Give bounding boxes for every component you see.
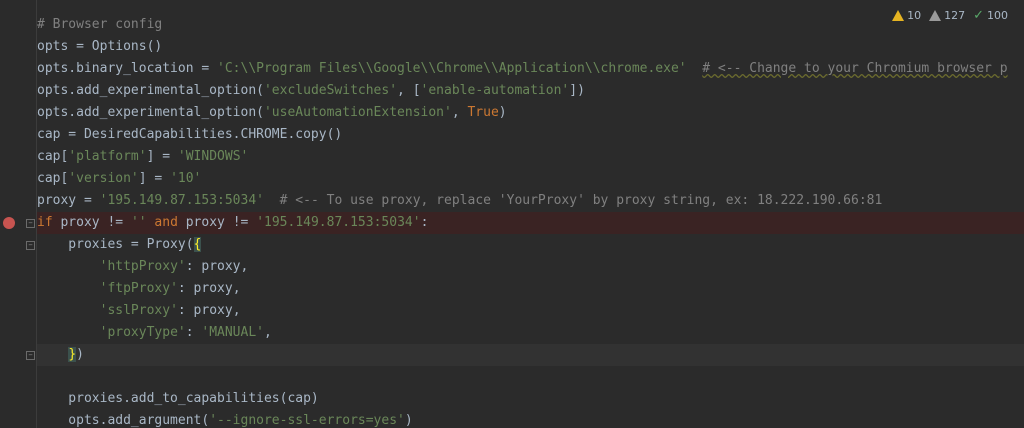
fold-open-icon[interactable]: −: [26, 219, 35, 228]
code-line[interactable]: opts = Options(): [37, 36, 1024, 58]
code-line[interactable]: 'httpProxy': proxy,: [37, 256, 1024, 278]
code-line-empty[interactable]: [37, 366, 1024, 388]
code-line-breakpoint[interactable]: if proxy != '' and proxy != '195.149.87.…: [37, 212, 1024, 234]
code-line[interactable]: cap = DesiredCapabilities.CHROME.copy(): [37, 124, 1024, 146]
editor-gutter[interactable]: [0, 0, 37, 428]
code-line[interactable]: # Browser config: [37, 14, 1024, 36]
code-line[interactable]: opts.binary_location = 'C:\\Program File…: [37, 58, 1024, 80]
breakpoint-icon[interactable]: [3, 217, 15, 229]
code-line[interactable]: proxies.add_to_capabilities(cap): [37, 388, 1024, 410]
code-line-current[interactable]: }): [37, 344, 1024, 366]
code-line[interactable]: opts.add_experimental_option('excludeSwi…: [37, 80, 1024, 102]
code-editor[interactable]: # Browser config opts = Options() opts.b…: [37, 0, 1024, 428]
fold-close-icon[interactable]: −: [26, 351, 35, 360]
code-line[interactable]: proxies = Proxy({: [37, 234, 1024, 256]
code-line[interactable]: opts.add_argument('--ignore-ssl-errors=y…: [37, 410, 1024, 428]
fold-open-icon[interactable]: −: [26, 241, 35, 250]
code-line[interactable]: proxy = '195.149.87.153:5034' # <-- To u…: [37, 190, 1024, 212]
code-line[interactable]: cap['version'] = '10': [37, 168, 1024, 190]
code-line[interactable]: opts.add_experimental_option('useAutomat…: [37, 102, 1024, 124]
code-line[interactable]: cap['platform'] = 'WINDOWS': [37, 146, 1024, 168]
code-line[interactable]: 'ftpProxy': proxy,: [37, 278, 1024, 300]
code-line[interactable]: 'sslProxy': proxy,: [37, 300, 1024, 322]
code-line[interactable]: 'proxyType': 'MANUAL',: [37, 322, 1024, 344]
